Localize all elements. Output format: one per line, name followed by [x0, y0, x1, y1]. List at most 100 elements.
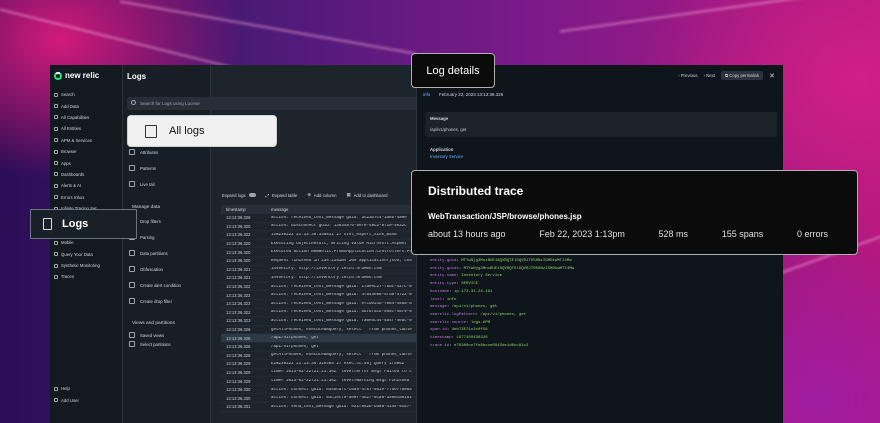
nav-item[interactable]: Synthetic Monitoring — [54, 260, 120, 271]
nav-item[interactable]: Browser — [54, 146, 120, 157]
subnav-item-icon — [129, 250, 135, 256]
nav-item[interactable]: Apps — [54, 157, 120, 168]
subnav-item[interactable]: Obfuscation — [129, 266, 163, 272]
attribute-row: timestamp: 1677100436326 — [430, 336, 488, 341]
subnav-item-label: Create alert condition — [140, 282, 181, 288]
row-timestamp: 13:13:36.322 — [226, 232, 251, 238]
timestamp-column-header[interactable]: timestamp — [221, 207, 271, 212]
table-row[interactable]: 13:13:36.323 action: received_text_messag… — [221, 317, 416, 326]
table-row[interactable]: 13:13:36.321 inventory: http://inventory.… — [221, 274, 416, 283]
table-row[interactable]: 13:13:36.328 getAllPhones, executeDBQuery… — [221, 352, 416, 361]
table-row[interactable]: 13:13:36.322 I2N230222 21:13:36.338811 27… — [221, 231, 416, 240]
attribute-row: entity.guid: MTYwNjg3MnxBUE18QVBQTElDQVR… — [430, 259, 572, 263]
nav-item-label: Search — [61, 92, 75, 98]
table-row[interactable]: 13:13:36.329 time="2023-02-22T21:13:36Z" … — [221, 377, 416, 386]
subnav-item[interactable]: Data partitions — [129, 250, 168, 256]
table-row[interactable]: 13:13:36.322 action: received_text_messag… — [221, 309, 416, 318]
nav-item[interactable]: Search — [54, 89, 120, 100]
table-row[interactable]: 13:13:36.330 action: connect guid: 035bcd… — [221, 386, 416, 395]
table-row[interactable]: 13:13:36.320 action: disconnect guid: 136… — [221, 223, 416, 232]
expand-logs-toggle[interactable]: Expand logs — [222, 192, 256, 198]
nav-item[interactable]: Alerts & AI — [54, 180, 120, 191]
row-timestamp: 13:13:36.326 — [226, 335, 251, 341]
nav-item-label: All Entities — [61, 126, 82, 132]
subnav-item[interactable]: Saved views — [129, 332, 164, 338]
row-message: I2N230222 21:13:36.338811 27 otel_export… — [271, 232, 397, 237]
nav-item-label: Apps — [61, 160, 71, 166]
table-row[interactable]: 13:13:36.331 action: send_text_message gu… — [221, 403, 416, 412]
row-timestamp: 13:13:36.322 — [226, 301, 251, 307]
search-input[interactable]: Search for Logs using Lucene — [127, 97, 417, 110]
attribute-key: entity.name — [430, 274, 457, 279]
attribute-key: newrelic.logPattern — [430, 312, 476, 317]
attribute-row: entity.guids: MTYwNjg3MnxBUE18QVBQTElDQV… — [430, 266, 575, 271]
close-icon[interactable]: ✕ — [769, 72, 775, 80]
all-logs-callout[interactable]: All logs — [127, 115, 277, 147]
logs-callout[interactable]: Logs — [30, 209, 137, 239]
subnav-item[interactable]: Create drop filter — [129, 298, 172, 304]
expand-table-button[interactable]: ⤢ Expand table — [266, 192, 298, 198]
trace-stats: about 13 hours ago Feb 22, 2023 1:13pm 5… — [428, 229, 828, 239]
nav-bottom-item[interactable]: Help — [54, 383, 120, 394]
add-column-label: Add column — [313, 192, 337, 198]
table-row[interactable]: 13:13:36.329 E2N230222 21:13:36.329309 27… — [221, 360, 416, 369]
application-label: Application — [430, 147, 454, 152]
table-row[interactable]: 13:13:36.322 action: received_text_messag… — [221, 291, 416, 300]
row-timestamp: 13:13:36.321 — [226, 266, 251, 272]
table-row[interactable]: 13:13:36.326 getAllPhones, executeDBQuery… — [221, 326, 416, 335]
attribute-value: e76300ce7fe8bcce0943de1d6cc91c2 — [454, 343, 529, 348]
table-row[interactable]: 13:13:36.330 action: connect guid: 83c1ec… — [221, 394, 416, 404]
subnav-item[interactable]: Attributes — [129, 149, 158, 155]
attribute-value: 1677100436326 — [456, 336, 488, 341]
nav-item-label: APM & Services — [61, 137, 93, 143]
row-timestamp: 13:13:36.328 — [226, 352, 251, 358]
row-message: action: send_text_message guid: e21f862b… — [271, 404, 412, 409]
copy-permalink-button[interactable]: ⧉ Copy permalink — [721, 71, 764, 80]
table-row[interactable]: 13:13:36.321 inventory: http://inventory.… — [221, 266, 416, 275]
row-message: action: received_text_message guid: fa0e… — [271, 318, 412, 323]
attribute-key: message — [430, 305, 447, 310]
nav-item[interactable]: All Capabilities — [54, 112, 120, 123]
next-button[interactable]: › Next — [704, 73, 715, 78]
add-dashboard-label: Add to dashboard — [353, 192, 388, 198]
nav-bottom-item[interactable]: Add User — [54, 394, 120, 405]
message-column-header[interactable]: message — [271, 207, 288, 212]
subnav-item[interactable]: Patterns — [129, 165, 156, 171]
attribute-key: trace.id — [430, 343, 450, 348]
table-row[interactable]: 13:13:36.326/api/v1/phones, get — [221, 343, 416, 352]
table-row[interactable]: 13:13:36.326/api/v1/phones, get — [221, 334, 416, 343]
add-to-dashboard-button[interactable]: ▦ Add to dashboard — [347, 192, 388, 198]
row-message: E2N230222 21:13:36.329309 27 exec.cc:59]… — [271, 361, 405, 366]
table-row[interactable]: 13:13:36.329 time="2023-02-22T21:13:36Z" … — [221, 369, 416, 378]
table-row[interactable]: 13:13:36.320 Executing ObjectResult, writ… — [221, 240, 416, 249]
attribute-value: /api/v1/phones, get — [480, 312, 527, 317]
table-row[interactable]: 13:13:36.322 action: received_text_messag… — [221, 300, 416, 309]
subnav-item[interactable]: Select partitions — [129, 341, 171, 347]
row-timestamp: 13:13:36.330 — [226, 387, 251, 393]
table-row[interactable]: 13:13:36.328 action: received_text_messag… — [221, 214, 416, 223]
nav-item[interactable]: Dashboards — [54, 169, 120, 180]
nav-item[interactable]: Query Your Data — [54, 248, 120, 259]
nav-item[interactable]: All Entities — [54, 123, 120, 134]
row-message: inventory: http://inventory.telco.nrdemo… — [271, 275, 382, 280]
nav-item-icon — [54, 386, 58, 391]
subnav-item-icon — [129, 181, 135, 187]
application-link[interactable]: Inventory Service — [430, 154, 772, 159]
subnav-item[interactable]: Live tail — [129, 181, 155, 187]
row-message: action: received_text_message guid: 3c23… — [271, 215, 407, 220]
distributed-trace-callout[interactable]: Distributed trace WebTransaction/JSP/bro… — [411, 170, 858, 255]
attribute-key: newrelic.source — [430, 320, 467, 325]
file-icon — [43, 218, 52, 230]
table-row[interactable]: 13:13:36.322 action: received_text_messag… — [221, 283, 416, 292]
table-row[interactable]: 13:13:36.320 Request finished in 235.2282… — [221, 257, 416, 266]
subnav-item-icon — [129, 282, 135, 288]
nav-item[interactable]: APM & Services — [54, 135, 120, 146]
table-row[interactable]: 13:13:36.320 Executed action NewRelic.Pro… — [221, 248, 416, 257]
nav-item[interactable]: Traces — [54, 271, 120, 282]
nav-item[interactable]: Add Data — [54, 100, 120, 111]
nav-item[interactable]: Errors Inbox — [54, 192, 120, 203]
brand-logo[interactable]: new relic — [54, 71, 99, 80]
previous-button[interactable]: ‹ Previous — [678, 73, 697, 78]
add-column-button[interactable]: ⊕ Add column — [307, 192, 336, 198]
subnav-item[interactable]: Create alert condition — [129, 282, 181, 288]
